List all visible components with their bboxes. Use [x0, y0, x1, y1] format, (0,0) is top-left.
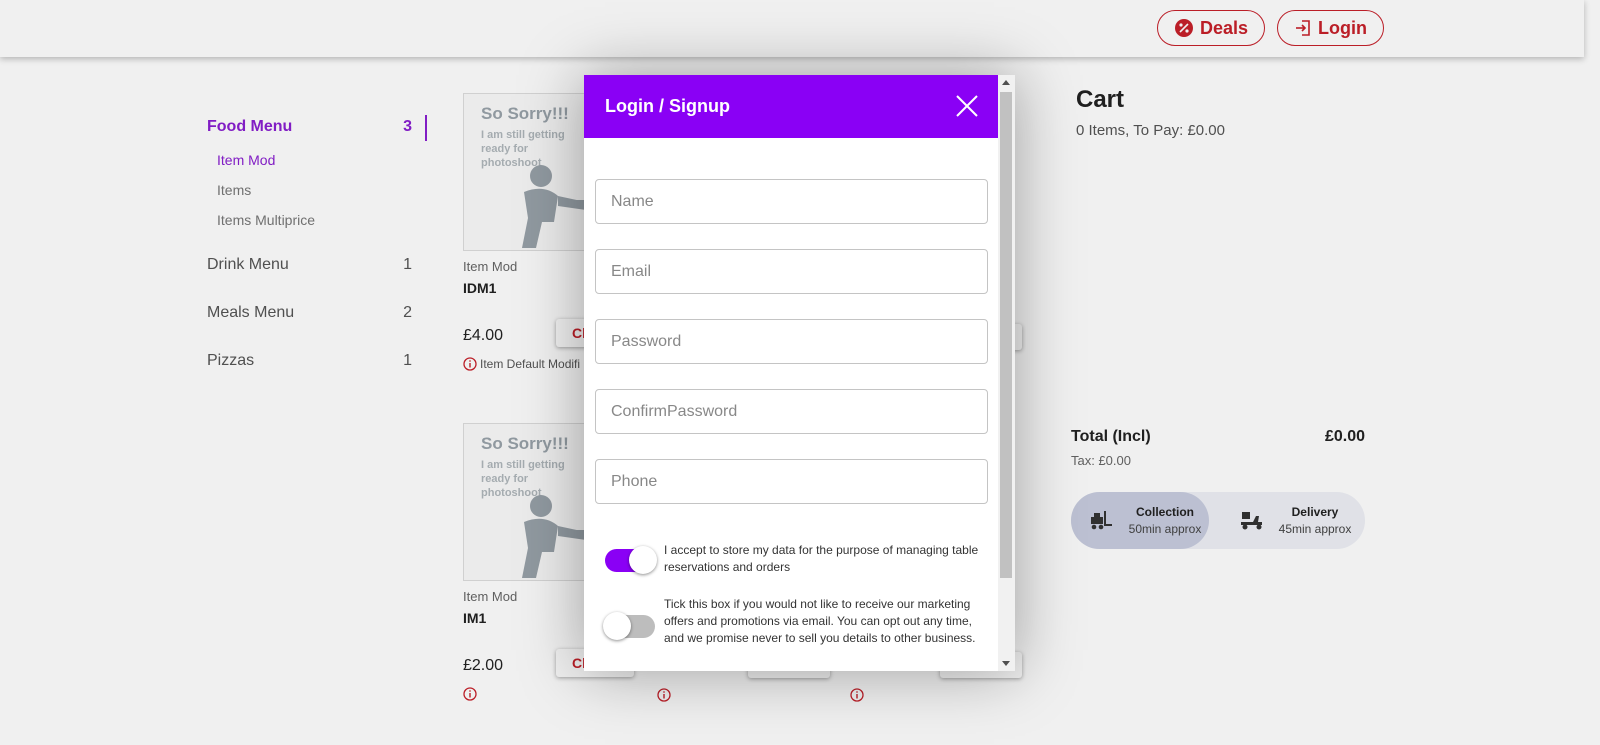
data-consent-toggle[interactable] — [605, 544, 657, 574]
toggle-knob — [603, 612, 631, 640]
scroll-down-icon[interactable] — [1002, 661, 1010, 666]
scroll-up-icon[interactable] — [1002, 80, 1010, 85]
password-field[interactable] — [595, 319, 988, 364]
modal-title: Login / Signup — [605, 96, 730, 116]
scroll-thumb[interactable] — [1000, 92, 1012, 578]
name-field[interactable] — [595, 179, 988, 224]
toggle-knob — [629, 546, 657, 574]
marketing-optout-toggle[interactable] — [603, 610, 655, 640]
modal-header: Login / Signup — [584, 75, 998, 138]
close-icon[interactable] — [954, 93, 980, 119]
confirm-password-field[interactable] — [595, 389, 988, 434]
marketing-optout-text: Tick this box if you would not like to r… — [664, 597, 976, 645]
login-signup-modal: Login / Signup I accept to store my data… — [584, 75, 1015, 671]
phone-field[interactable] — [595, 459, 988, 504]
email-field[interactable] — [595, 249, 988, 294]
modal-scrollbar[interactable] — [998, 75, 1015, 671]
data-consent-text: I accept to store my data for the purpos… — [664, 543, 979, 574]
